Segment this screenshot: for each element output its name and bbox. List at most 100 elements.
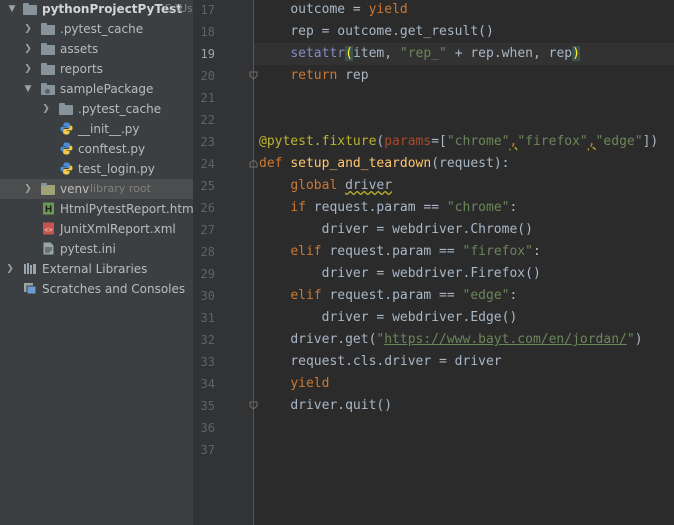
folder-icon	[59, 103, 73, 115]
tree-item-samplepackage[interactable]: ▼ samplePackage	[0, 79, 193, 99]
string-token: "	[626, 332, 635, 347]
line-number: 21	[200, 91, 215, 105]
builtin-token: setattr	[290, 46, 346, 61]
code-line-19[interactable]: setattr(item, "rep_" + rep.when, rep)	[259, 43, 580, 65]
html-file-icon: H	[42, 202, 56, 215]
tree-item-test-login-py[interactable]: test_login.py	[0, 159, 193, 179]
tree-item-package-pytest-cache[interactable]: ❯ .pytest_cache	[0, 99, 193, 119]
tree-item-pytest-ini[interactable]: pytest.ini	[0, 239, 193, 259]
matched-brace: (	[345, 46, 353, 61]
libraries-icon	[23, 262, 37, 275]
url-link[interactable]: https://www.bayt.com/en/jordan/	[384, 332, 627, 347]
tree-item-external-libraries[interactable]: ❯ External Libraries	[0, 259, 193, 279]
tree-item-label: External Libraries	[42, 262, 148, 276]
line-number: 31	[200, 311, 215, 325]
string-token: "edge"	[462, 288, 510, 303]
line-number: 37	[200, 443, 215, 457]
line-number: 35	[200, 399, 215, 413]
chevron-right-icon[interactable]: ❯	[23, 42, 33, 56]
folder-icon	[41, 23, 55, 35]
chevron-right-icon[interactable]: ❯	[23, 182, 33, 196]
code-line-35[interactable]: driver.quit()	[259, 395, 392, 417]
code-token: request.param ==	[305, 200, 447, 215]
scratches-icon	[23, 282, 37, 295]
tree-item-label: reports	[60, 62, 103, 76]
chevron-right-icon[interactable]: ❯	[23, 62, 33, 76]
line-number: 22	[200, 113, 215, 127]
python-file-icon	[60, 162, 74, 175]
code-line-28[interactable]: elif request.param == "firefox":	[259, 241, 540, 263]
line-number: 28	[200, 245, 215, 259]
tree-item-label: pytest.ini	[60, 242, 116, 256]
code-line-26[interactable]: if request.param == "chrome":	[259, 197, 517, 219]
line-number: 36	[200, 421, 215, 435]
chevron-down-icon[interactable]: ▼	[7, 2, 17, 16]
tree-item-init-py[interactable]: __init__.py	[0, 119, 193, 139]
chevron-right-icon[interactable]: ❯	[5, 262, 15, 276]
code-line-30[interactable]: elif request.param == "edge":	[259, 285, 517, 307]
code-line-25[interactable]: global driver	[259, 175, 392, 197]
code-token: rep	[337, 68, 369, 83]
fold-end-icon[interactable]	[249, 71, 258, 80]
tree-item-scratches-consoles[interactable]: Scratches and Consoles	[0, 279, 193, 299]
string-token: "firefox"	[462, 244, 533, 259]
tree-item-htmlpytestreport[interactable]: H HtmlPytestReport.html	[0, 199, 193, 219]
string-token: "chrome"	[446, 200, 510, 215]
code-token: driver = webdriver.Firefox()	[321, 266, 541, 281]
line-number: 18	[200, 25, 215, 39]
chevron-right-icon[interactable]: ❯	[23, 22, 33, 36]
code-line-18[interactable]: rep = outcome.get_result()	[259, 21, 494, 43]
line-number-current: 19	[200, 47, 215, 61]
code-line-34[interactable]: yield	[259, 373, 329, 395]
line-number: 24	[200, 157, 215, 171]
code-token: =[	[431, 134, 447, 149]
param-token: params	[384, 134, 432, 149]
line-number: 29	[200, 267, 215, 281]
code-line-27[interactable]: driver = webdriver.Chrome()	[259, 219, 533, 241]
keyword-token: return	[290, 68, 338, 83]
tree-item-pytest-cache[interactable]: ❯ .pytest_cache	[0, 19, 193, 39]
tree-item-label: test_login.py	[78, 162, 155, 176]
code-token: outcome =	[290, 2, 369, 17]
fold-start-icon[interactable]	[249, 159, 258, 168]
code-line-33[interactable]: request.cls.driver = driver	[259, 351, 501, 373]
tree-item-label: venv	[60, 182, 90, 196]
tree-item-assets[interactable]: ❯ assets	[0, 39, 193, 59]
code-line-23[interactable]: @pytest.fixture(params=["chrome","firefo…	[259, 131, 658, 153]
code-line-17[interactable]: outcome = yield	[259, 0, 407, 21]
keyword-token: def	[259, 156, 283, 171]
ini-file-icon	[42, 242, 56, 255]
chevron-right-icon[interactable]: ❯	[41, 102, 51, 116]
code-line-31[interactable]: driver = webdriver.Edge()	[259, 307, 518, 329]
string-token: "firefox"	[517, 134, 588, 149]
line-number: 30	[200, 289, 215, 303]
code-token: driver = webdriver.Chrome()	[321, 222, 533, 237]
line-number: 34	[200, 377, 215, 391]
fold-end-icon[interactable]	[249, 401, 258, 410]
code-token: driver.quit()	[290, 398, 393, 413]
code-token: :	[509, 200, 518, 215]
line-number: 23	[200, 135, 215, 149]
chevron-down-icon[interactable]: ▼	[23, 82, 33, 96]
tree-item-junitxmlreport[interactable]: <> JunitXmlReport.xml	[0, 219, 193, 239]
code-line-32[interactable]: driver.get("https://www.bayt.com/en/jord…	[259, 329, 642, 351]
python-file-icon	[60, 142, 74, 155]
code-line-24[interactable]: def setup_and_teardown(request):	[259, 153, 509, 175]
tree-item-reports[interactable]: ❯ reports	[0, 59, 193, 79]
line-number: 20	[200, 69, 215, 83]
code-token: driver = webdriver.Edge()	[321, 310, 518, 325]
keyword-token: yield	[290, 376, 330, 391]
tree-item-venv[interactable]: ❯ venv library root	[0, 179, 193, 199]
code-line-29[interactable]: driver = webdriver.Firefox()	[259, 263, 541, 285]
tree-item-project-root[interactable]: ▼ pythonProjectPyTest C:\Use	[0, 0, 193, 19]
tree-item-label: .pytest_cache	[78, 102, 162, 116]
tree-item-conftest-py[interactable]: conftest.py	[0, 139, 193, 159]
code-line-20[interactable]: return rep	[259, 65, 369, 87]
keyword-token: elif	[290, 244, 322, 259]
